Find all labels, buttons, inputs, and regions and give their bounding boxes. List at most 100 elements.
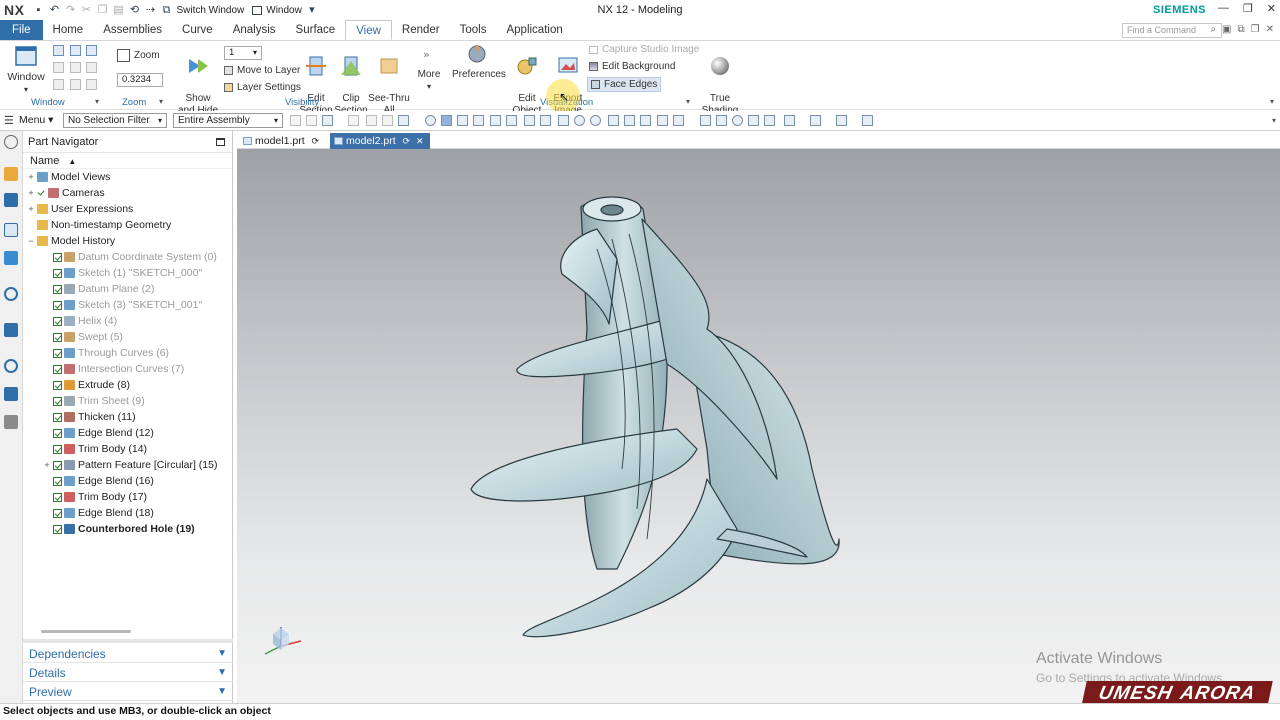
minimize-icon[interactable]: —	[1218, 2, 1229, 15]
tab-file[interactable]: File	[0, 20, 43, 40]
feature-checkbox[interactable]	[53, 412, 62, 422]
see-thru-all-button[interactable]: See-Thru All	[366, 43, 412, 117]
repeat-command-icon[interactable]: ⟲	[128, 4, 140, 16]
tab-model1[interactable]: model1.prt ⟳	[239, 133, 325, 149]
settings-gear-icon[interactable]	[4, 135, 18, 149]
cut-icon[interactable]: ✂	[80, 4, 92, 16]
expand-icon[interactable]: +	[27, 201, 35, 217]
tree-node[interactable]: Trim Body (17)	[23, 489, 232, 505]
reuse-library-icon[interactable]	[4, 251, 18, 265]
system-materials-icon[interactable]	[4, 387, 18, 401]
search-icon[interactable]: ⌕	[1210, 24, 1216, 35]
feature-checkbox[interactable]	[53, 364, 62, 374]
hd3d-tools-icon[interactable]	[4, 287, 18, 301]
tab-assemblies[interactable]: Assemblies	[93, 20, 172, 40]
layout-six-icon[interactable]	[86, 62, 97, 73]
window-arrange-icon[interactable]: ⧉	[1238, 24, 1245, 35]
close-icon[interactable]: ✕	[1267, 2, 1276, 15]
constraint-navigator-icon[interactable]	[4, 193, 18, 207]
layout-seven-icon[interactable]	[53, 79, 64, 90]
tree-node[interactable]: Intersection Curves (7)	[23, 361, 232, 377]
curve-snap-icon[interactable]	[506, 115, 517, 126]
maximize-icon[interactable]	[216, 138, 225, 146]
expand-icon[interactable]: +	[43, 457, 51, 473]
panel-splitter[interactable]	[23, 639, 233, 643]
tangent-icon[interactable]	[624, 115, 635, 126]
tree-node[interactable]: − Model History	[23, 233, 232, 249]
chevron-down-icon[interactable]: ▾	[306, 4, 318, 16]
tree-node[interactable]: Non-timestamp Geometry	[23, 217, 232, 233]
expand-icon[interactable]: +	[27, 185, 35, 201]
intersection-icon[interactable]	[640, 115, 651, 126]
feature-checkbox[interactable]	[53, 396, 62, 406]
tree-node[interactable]: + Model Views	[23, 169, 232, 185]
tree-node[interactable]: Trim Sheet (9)	[23, 393, 232, 409]
display-mode-icon[interactable]	[836, 115, 847, 126]
arc-center-icon[interactable]	[590, 115, 601, 126]
tab-home[interactable]: Home	[43, 20, 94, 40]
layout-two-icon[interactable]	[70, 45, 81, 56]
horizontal-scrollbar[interactable]	[41, 630, 131, 633]
chevron-down-icon[interactable]: ▾	[95, 97, 99, 106]
layout-four-icon[interactable]	[53, 62, 64, 73]
capture-studio-image-button[interactable]: Capture Studio Image	[589, 44, 699, 55]
tab-application[interactable]: Application	[496, 20, 572, 40]
feature-checkbox[interactable]	[53, 300, 62, 310]
rectangle-select-icon[interactable]	[398, 115, 409, 126]
find-command-input[interactable]: Find a Command	[1122, 23, 1222, 38]
edit-background-button[interactable]: Edit Background	[589, 61, 675, 72]
chevron-down-icon[interactable]: ▾	[1270, 97, 1274, 106]
web-browser-icon[interactable]	[4, 323, 18, 337]
menu-button[interactable]: Menu ▾	[19, 114, 53, 126]
window-menu-button[interactable]: Window	[266, 5, 302, 16]
circle-center-icon[interactable]	[574, 115, 585, 126]
assembly-navigator-icon[interactable]	[4, 167, 18, 181]
feature-checkbox[interactable]	[53, 476, 62, 486]
chevron-down-icon[interactable]: ▾	[159, 97, 163, 106]
show-and-hide-button[interactable]: Show and Hide	[176, 43, 220, 117]
tab-model2[interactable]: model2.prt ⟳ ✕	[330, 133, 430, 149]
save-icon[interactable]: ▪	[32, 4, 44, 16]
feature-checkbox[interactable]	[53, 444, 62, 454]
work-layer-select[interactable]: 1 ▾	[224, 46, 262, 60]
crosshair-icon[interactable]	[608, 115, 619, 126]
move-to-layer-button[interactable]: Move to Layer	[224, 65, 300, 76]
spline-snap-icon[interactable]	[524, 115, 535, 126]
tree-node[interactable]: Swept (5)	[23, 329, 232, 345]
wave-icon[interactable]	[540, 115, 551, 126]
tab-curve[interactable]: Curve	[172, 20, 223, 40]
zoom-window-icon[interactable]	[716, 115, 727, 126]
touch-mode-icon[interactable]: ⇢	[144, 4, 156, 16]
rotate-icon[interactable]	[732, 115, 743, 126]
layout-eight-icon[interactable]	[70, 79, 81, 90]
paste-icon[interactable]: ▤	[112, 4, 124, 16]
more-button[interactable]: » More ▾	[414, 43, 444, 93]
column-header-name[interactable]: Name ▲	[23, 153, 232, 169]
feature-select-icon[interactable]	[366, 115, 377, 126]
midpoint-snap-icon[interactable]	[473, 115, 484, 126]
face-snap-icon[interactable]	[441, 115, 452, 126]
tree-node[interactable]: Extrude (8)	[23, 377, 232, 393]
line-snap-icon[interactable]	[490, 115, 501, 126]
feature-checkbox[interactable]	[53, 252, 62, 262]
roles-icon[interactable]	[4, 415, 18, 429]
tree-node[interactable]: Thicken (11)	[23, 409, 232, 425]
true-shading-button[interactable]: True Shading	[700, 43, 740, 117]
feature-checkbox[interactable]	[53, 284, 62, 294]
select-all-icon[interactable]	[290, 115, 301, 126]
graphics-window[interactable]: Activate Windows Go to Settings to activ…	[237, 149, 1280, 703]
quick-pick-icon[interactable]	[348, 115, 359, 126]
chevron-down-icon[interactable]: ▾	[1272, 116, 1276, 125]
tab-tools[interactable]: Tools	[450, 20, 497, 40]
tab-render[interactable]: Render	[392, 20, 450, 40]
preview-panel-header[interactable]: Preview ▼	[23, 683, 233, 701]
redo-icon[interactable]: ↷	[64, 4, 76, 16]
feature-checkbox[interactable]	[53, 460, 62, 470]
feature-checkbox[interactable]	[53, 332, 62, 342]
tree-node[interactable]: Sketch (3) "SKETCH_001"	[23, 297, 232, 313]
render-style-icon[interactable]	[810, 115, 821, 126]
undo-icon[interactable]: ↶	[48, 4, 60, 16]
feature-checkbox[interactable]	[53, 508, 62, 518]
layout-nine-icon[interactable]	[86, 79, 97, 90]
copy-icon[interactable]: ❐	[96, 4, 108, 16]
